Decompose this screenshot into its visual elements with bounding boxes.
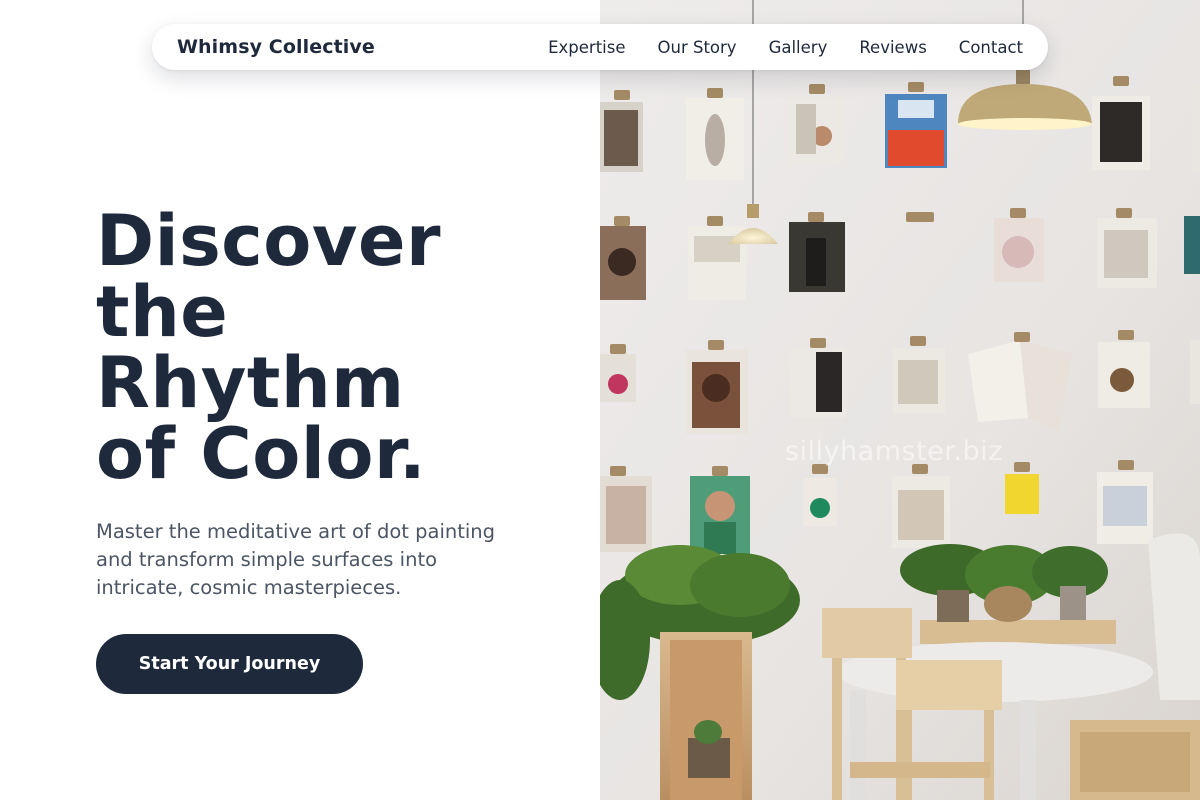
headline-line: Rhythm — [96, 342, 405, 424]
hero-subtitle: Master the meditative art of dot paintin… — [96, 520, 496, 599]
nav-link-reviews[interactable]: Reviews — [859, 38, 926, 57]
nav-links: Expertise Our Story Gallery Reviews Cont… — [548, 38, 1023, 57]
top-navbar: Whimsy Collective Expertise Our Story Ga… — [152, 24, 1048, 70]
nav-link-our-story[interactable]: Our Story — [658, 38, 737, 57]
nav-link-expertise[interactable]: Expertise — [548, 38, 625, 57]
headline-line: the — [96, 271, 229, 353]
start-journey-button[interactable]: Start Your Journey — [96, 634, 363, 694]
nav-link-gallery[interactable]: Gallery — [769, 38, 828, 57]
hero-section: Discover the Rhythm of Color. Master the… — [0, 0, 600, 800]
headline-line: of Color. — [96, 413, 427, 495]
hero-photo — [600, 0, 1200, 800]
brand-logo[interactable]: Whimsy Collective — [177, 36, 375, 58]
page: Discover the Rhythm of Color. Master the… — [0, 0, 1200, 800]
nav-link-contact[interactable]: Contact — [959, 38, 1023, 57]
hero-headline: Discover the Rhythm of Color. — [96, 206, 576, 490]
headline-line: Discover — [96, 200, 441, 282]
watermark-text: sillyhamster.biz — [785, 436, 1003, 467]
